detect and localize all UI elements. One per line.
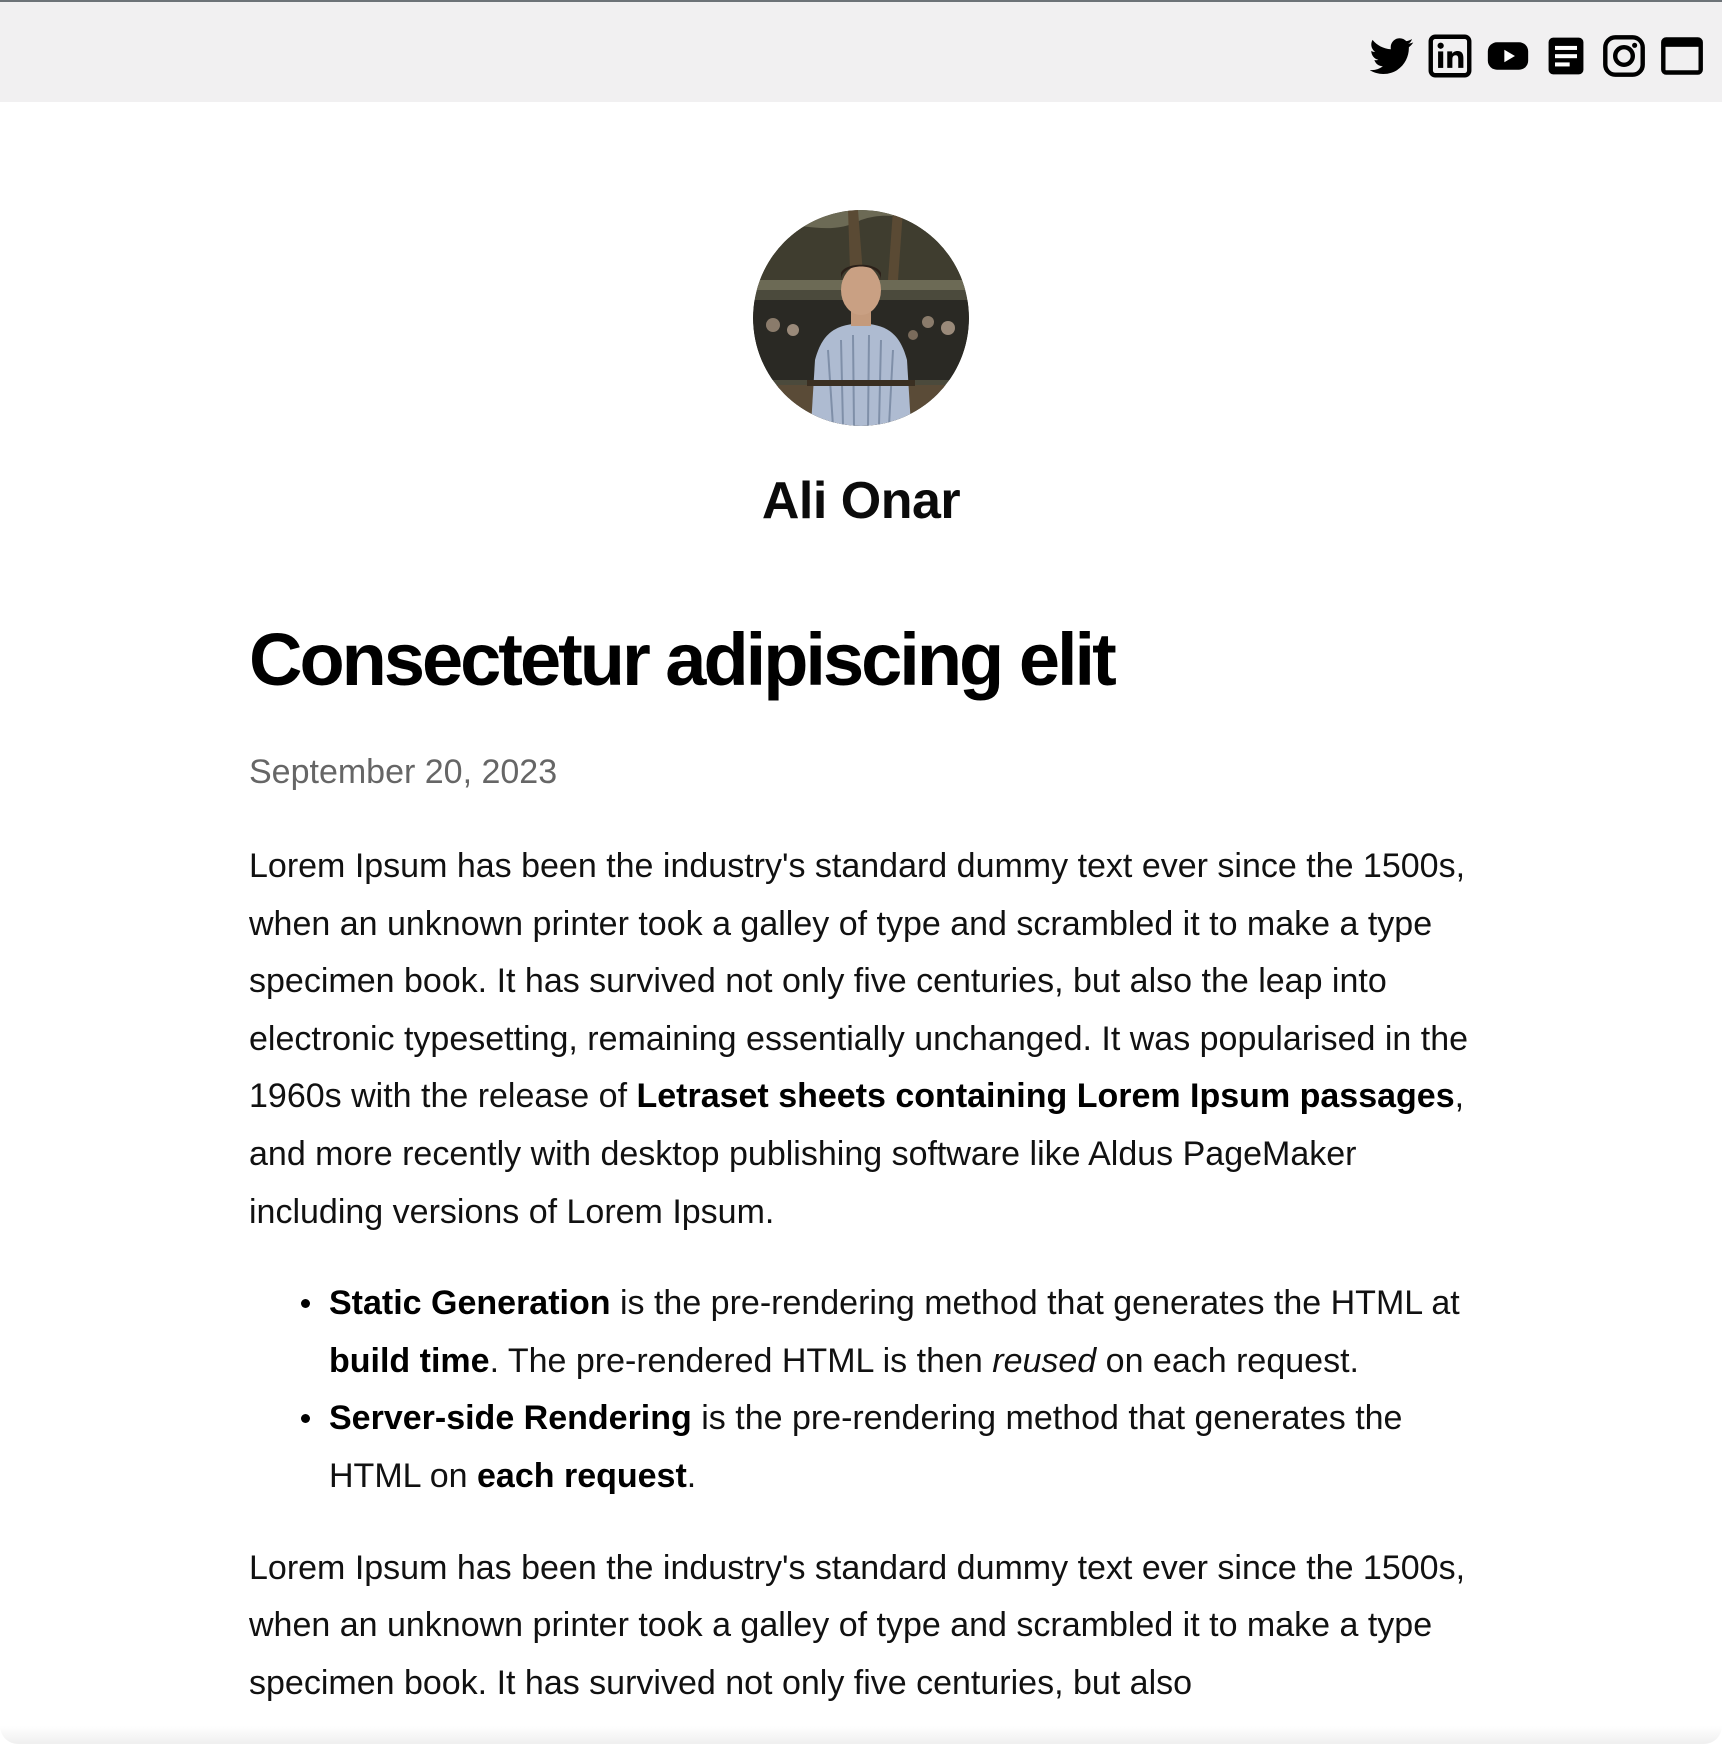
list-item-text: .	[686, 1456, 697, 1495]
twitter-icon	[1370, 34, 1414, 78]
youtube-link[interactable]	[1486, 34, 1530, 78]
list-item-text: is the pre-rendering method that generat…	[610, 1284, 1460, 1323]
profile-photo	[753, 210, 969, 426]
social-links	[1370, 34, 1704, 78]
post-title: Consectetur adipiscing elit	[249, 618, 1117, 701]
avatar	[753, 210, 969, 426]
list-item-term: Server-side Rendering	[329, 1399, 692, 1438]
window-bottom-edge	[0, 1726, 1722, 1744]
blog-post: Consectetur adipiscing elit September 20…	[249, 614, 1479, 1712]
paragraph-bold-text: Letraset sheets containing Lorem Ipsum p…	[636, 1077, 1455, 1116]
window-icon	[1660, 34, 1704, 78]
article-icon	[1544, 34, 1588, 78]
list-item-bold: build time	[329, 1341, 490, 1380]
twitter-link[interactable]	[1370, 34, 1414, 78]
list-item: Static Generation is the pre-rendering m…	[301, 1275, 1479, 1390]
youtube-icon	[1486, 34, 1530, 78]
post-paragraph: Lorem Ipsum has been the industry's stan…	[249, 1548, 1466, 1702]
rendering-methods-list: Static Generation is the pre-rendering m…	[249, 1275, 1479, 1505]
author-profile: Ali Onar	[0, 210, 1722, 531]
post-date: September 20, 2023	[249, 753, 558, 791]
blog-link[interactable]	[1544, 34, 1588, 78]
top-bar	[0, 2, 1722, 102]
list-item-text: on each request.	[1096, 1341, 1359, 1380]
browser-page: Ali Onar Consectetur adipiscing elit Sep…	[0, 0, 1722, 1744]
instagram-icon	[1602, 34, 1646, 78]
post-paragraph: Lorem Ipsum has been the industry's stan…	[249, 838, 1479, 1241]
linkedin-link[interactable]	[1428, 34, 1472, 78]
linkedin-icon	[1428, 34, 1472, 78]
list-item-text: . The pre-rendered HTML is then	[489, 1341, 993, 1380]
instagram-link[interactable]	[1602, 34, 1646, 78]
website-link[interactable]	[1660, 34, 1704, 78]
list-item-bold: each request	[477, 1456, 687, 1495]
list-item-term: Static Generation	[329, 1284, 611, 1323]
author-name: Ali Onar	[761, 472, 961, 530]
list-item: Server-side Rendering is the pre-renderi…	[301, 1390, 1479, 1505]
paragraph-text: Lorem Ipsum has been the industry's stan…	[249, 847, 1469, 1116]
list-item-italic: reused	[992, 1341, 1097, 1380]
